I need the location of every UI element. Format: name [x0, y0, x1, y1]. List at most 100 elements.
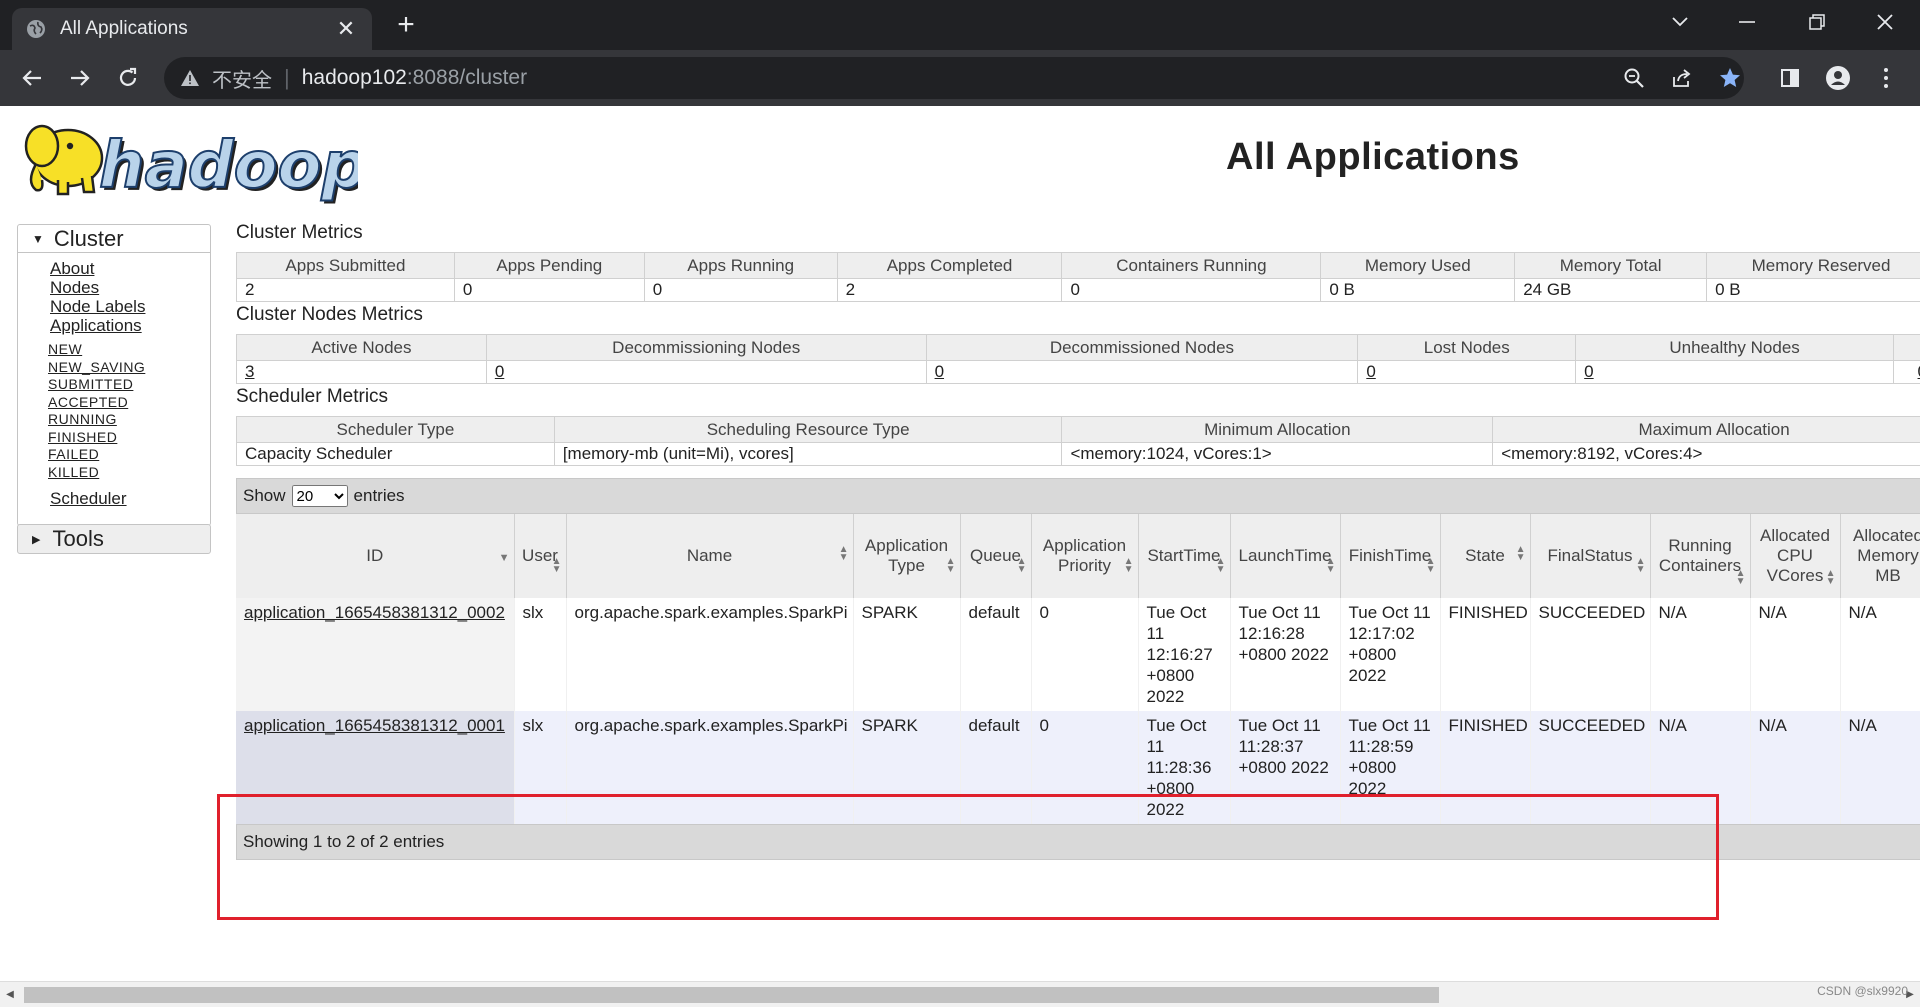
cell-priority: 0 — [1031, 711, 1139, 824]
browser-toolbar: 不安全 | hadoop102 :8088/cluster — [0, 50, 1920, 106]
metric-header: Maximum Allocation — [1492, 416, 1920, 443]
address-bar[interactable]: 不安全 | hadoop102 :8088/cluster — [164, 57, 1744, 99]
column-header-application-priority[interactable]: Application Priority ▲ ▼ — [1031, 514, 1139, 598]
sidebar-item-about[interactable]: About — [50, 259, 210, 278]
forward-icon[interactable] — [62, 60, 98, 96]
decommissioned-nodes-link[interactable]: 0 — [935, 362, 944, 381]
metric-value: 2 — [236, 278, 455, 302]
new-tab-button[interactable]: + — [390, 10, 422, 42]
metric-value: <memory:8192, vCores:4> — [1492, 442, 1920, 466]
sidebar-tools[interactable]: ▶ Tools — [17, 524, 211, 554]
browser-tab-strip: All Applications ✕ + — [0, 0, 1920, 50]
column-header-allocated-memory-mb[interactable]: Allocated Memory MB▲▼ — [1840, 514, 1920, 598]
unhealthy-nodes-link[interactable]: 0 — [1584, 362, 1593, 381]
column-header-application-type[interactable]: Application Type ▲ ▼ — [853, 514, 961, 598]
back-icon[interactable] — [14, 60, 50, 96]
sidebar-item-killed[interactable]: KILLED — [48, 464, 210, 482]
metric-value: [memory-mb (unit=Mi), vcores] — [553, 442, 1063, 466]
cluster-nodes-metrics-title: Cluster Nodes Metrics — [236, 304, 423, 325]
metric-value: 0 — [453, 278, 645, 302]
column-header-name[interactable]: Name ▲ ▼ — [566, 514, 854, 598]
cell-type: SPARK — [853, 711, 961, 824]
menu-icon[interactable] — [1870, 62, 1902, 94]
tab-search-icon[interactable] — [1645, 0, 1715, 44]
sidebar-item-finished[interactable]: FINISHED — [48, 429, 210, 447]
sidebar-tools-label: Tools — [52, 526, 104, 551]
cell-finalstatus: SUCCEEDED — [1530, 598, 1651, 711]
share-icon[interactable] — [1666, 62, 1698, 94]
cluster-metrics-table: Apps Submitted Apps Pending Apps Running… — [236, 252, 1920, 302]
active-nodes-link[interactable]: 3 — [245, 362, 254, 381]
column-header-allocated-cpu-vcores[interactable]: Allocated CPU VCores ▲ ▼ — [1750, 514, 1841, 598]
cell-finishtime: Tue Oct 11 12:17:02 +0800 2022 — [1340, 598, 1441, 711]
column-header-starttime[interactable]: StartTime ▲ ▼ — [1138, 514, 1231, 598]
column-header-launchtime[interactable]: LaunchTime ▲ ▼ — [1230, 514, 1341, 598]
metric-value: 24 GB — [1514, 278, 1708, 302]
cell-queue: default — [960, 711, 1032, 824]
lost-nodes-link[interactable]: 0 — [1366, 362, 1375, 381]
sidebar-item-applications[interactable]: Applications — [50, 316, 210, 335]
sidebar-item-new[interactable]: NEW — [48, 341, 210, 359]
metric-header: Lost Nodes — [1357, 334, 1577, 361]
tab-close-icon[interactable]: ✕ — [334, 16, 358, 42]
sidebar-cluster-header[interactable]: ▼ Cluster — [18, 225, 210, 253]
scrollbar-thumb[interactable] — [24, 987, 1439, 1003]
column-header-id[interactable]: ID ▼ — [236, 514, 515, 598]
sidebar-item-nodes[interactable]: Nodes — [50, 278, 210, 297]
cell-user: slx — [514, 711, 567, 824]
profile-avatar-icon[interactable] — [1822, 62, 1854, 94]
metric-header: Scheduler Type — [236, 416, 555, 443]
zoom-icon[interactable] — [1618, 62, 1650, 94]
sidebar-item-submitted[interactable]: SUBMITTED — [48, 376, 210, 394]
sidebar-item-node-labels[interactable]: Node Labels — [50, 297, 210, 316]
entries-per-page-select[interactable]: 20 — [291, 485, 348, 507]
metric-value: <memory:1024, vCores:1> — [1061, 442, 1494, 466]
sort-icon: ▲ ▼ — [1825, 568, 1836, 587]
metric-header: Memory Reserved — [1706, 252, 1920, 279]
cell-queue: default — [960, 598, 1032, 711]
cell-state: FINISHED — [1440, 598, 1531, 711]
side-panel-icon[interactable] — [1774, 62, 1806, 94]
close-window-icon[interactable] — [1850, 0, 1920, 44]
globe-icon — [27, 20, 45, 38]
sidebar-item-scheduler[interactable]: Scheduler — [50, 489, 127, 509]
sidebar-item-new-saving[interactable]: NEW_SAVING — [48, 359, 210, 377]
watermark-text: CSDN @slx9920 — [1817, 984, 1908, 998]
sort-icon: ▲ ▼ — [838, 544, 849, 563]
application-id-link[interactable]: application_1665458381312_0001 — [244, 716, 505, 735]
scroll-left-icon[interactable]: ◀ — [2, 987, 18, 1003]
sort-icon: ▲ ▼ — [945, 556, 956, 575]
reload-icon[interactable] — [110, 60, 146, 96]
table-info-footer: Showing 1 to 2 of 2 entries — [236, 824, 1920, 860]
bookmark-star-icon[interactable] — [1714, 62, 1746, 94]
metric-header: Scheduling Resource Type — [553, 416, 1063, 443]
horizontal-scrollbar[interactable]: ◀ ▶ — [0, 981, 1920, 1007]
cell-name: org.apache.spark.examples.SparkPi — [566, 598, 854, 711]
cell-launchtime: Tue Oct 11 12:16:28 +0800 2022 — [1230, 598, 1341, 711]
address-host: hadoop102 — [301, 66, 407, 89]
metric-value: 2 — [836, 278, 1063, 302]
cell-running-containers: N/A — [1650, 711, 1751, 824]
hadoop-logo: hadoop hadoop — [24, 124, 358, 206]
application-id-link[interactable]: application_1665458381312_0002 — [244, 603, 505, 622]
column-header-user[interactable]: User ▲ ▼ — [514, 514, 567, 598]
browser-tab[interactable]: All Applications ✕ — [12, 8, 372, 50]
minimize-icon[interactable] — [1712, 0, 1782, 44]
metric-header: Containers Running — [1061, 252, 1322, 279]
sidebar-item-accepted[interactable]: ACCEPTED — [48, 394, 210, 412]
column-header-running-containers[interactable]: Running Containers ▲ ▼ — [1650, 514, 1751, 598]
cell-running-containers: N/A — [1650, 598, 1751, 711]
metric-value: Capacity Scheduler — [236, 442, 555, 466]
cell-starttime: Tue Oct 11 12:16:27 +0800 2022 — [1138, 598, 1231, 711]
tab-title: All Applications — [60, 18, 188, 39]
column-header-queue[interactable]: Queue ▲ ▼ — [960, 514, 1032, 598]
logo-wordmark-fill: hadoop — [99, 129, 358, 203]
metric-header: Apps Submitted — [236, 252, 455, 279]
column-header-finishtime[interactable]: FinishTime ▲ ▼ — [1340, 514, 1441, 598]
column-header-finalstatus[interactable]: FinalStatus ▲ ▼ — [1530, 514, 1651, 598]
column-header-state[interactable]: State ▲ ▼ — [1440, 514, 1531, 598]
sidebar-item-failed[interactable]: FAILED — [48, 446, 210, 464]
decommissioning-nodes-link[interactable]: 0 — [495, 362, 504, 381]
sidebar-item-running[interactable]: RUNNING — [48, 411, 210, 429]
restore-icon[interactable] — [1782, 0, 1852, 44]
